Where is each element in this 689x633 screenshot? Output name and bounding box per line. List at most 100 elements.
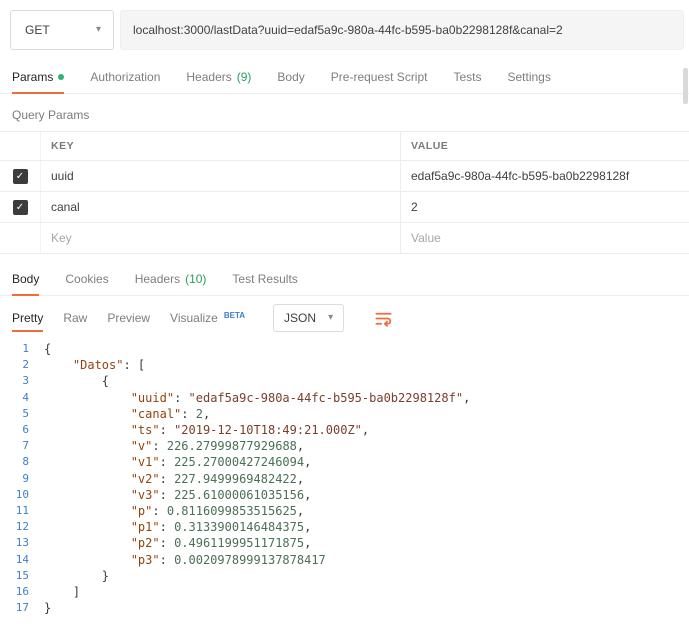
- code-text: "Datos": [: [44, 357, 145, 373]
- tab-label: Test Results: [232, 272, 297, 286]
- code-line: 7 "v": 226.27999877929688,: [0, 438, 689, 454]
- code-line: 16 ]: [0, 584, 689, 600]
- response-toolbar: Pretty Raw Preview Visualize BETA JSON ▾: [0, 296, 689, 338]
- tab-label: Headers: [186, 70, 231, 84]
- view-tab-preview[interactable]: Preview: [107, 305, 150, 332]
- tab-label: Settings: [508, 70, 551, 84]
- tab-label: Cookies: [65, 272, 108, 286]
- scrollbar-thumb[interactable]: [683, 68, 688, 104]
- param-key-cell[interactable]: canal: [40, 192, 400, 222]
- params-indicator-dot-icon: [58, 74, 64, 80]
- method-select[interactable]: GET ▾: [10, 10, 114, 50]
- tab-label: Params: [12, 70, 53, 84]
- tab-label: Headers: [135, 272, 180, 286]
- response-tab-cookies[interactable]: Cookies: [65, 262, 108, 295]
- view-tab-visualize[interactable]: Visualize BETA: [170, 305, 245, 332]
- request-tab-pre-request-script[interactable]: Pre-request Script: [331, 60, 428, 93]
- param-row: ✓ uuidedaf5a9c-980a-44fc-b595-ba0b2298128…: [0, 161, 689, 192]
- tab-label: Tests: [453, 70, 481, 84]
- line-number: 5: [0, 406, 44, 422]
- request-tab-params[interactable]: Params: [12, 60, 64, 93]
- code-line: 9 "v2": 227.9499969482422,: [0, 471, 689, 487]
- line-number: 12: [0, 519, 44, 535]
- wrap-text-icon: [374, 309, 393, 328]
- request-tabs: Params Authorization Headers (9) Body Pre-req…: [0, 60, 689, 94]
- code-line: 6 "ts": "2019-12-10T18:49:21.000Z",: [0, 422, 689, 438]
- tab-label: Pre-request Script: [331, 70, 428, 84]
- param-check-cell: ✓: [0, 192, 40, 222]
- query-params-title: Query Params: [0, 94, 689, 131]
- param-enabled-checkbox[interactable]: ✓: [13, 200, 28, 215]
- response-tab-test-results[interactable]: Test Results: [232, 262, 297, 295]
- response-body-json: 1{2 "Datos": [3 {4 "uuid": "edaf5a9c-980…: [0, 338, 689, 616]
- line-number: 11: [0, 503, 44, 519]
- code-text: }: [44, 600, 51, 616]
- line-number: 2: [0, 357, 44, 373]
- new-param-key-input[interactable]: [51, 231, 383, 245]
- code-line: 5 "canal": 2,: [0, 406, 689, 422]
- code-line: 17}: [0, 600, 689, 616]
- code-text: "v3": 225.61000061035156,: [44, 487, 311, 503]
- line-number: 4: [0, 390, 44, 406]
- request-tab-authorization[interactable]: Authorization: [90, 60, 160, 93]
- code-text: "p3": 0.0020978999137878417: [44, 552, 326, 568]
- line-number: 7: [0, 438, 44, 454]
- code-line: 4 "uuid": "edaf5a9c-980a-44fc-b595-ba0b2…: [0, 390, 689, 406]
- param-enabled-checkbox[interactable]: ✓: [13, 169, 28, 184]
- code-text: "p": 0.8116099853515625,: [44, 503, 304, 519]
- param-value-cell[interactable]: edaf5a9c-980a-44fc-b595-ba0b2298128f: [400, 161, 689, 191]
- tab-label: Raw: [63, 311, 87, 325]
- tab-label: Body: [277, 70, 304, 84]
- line-number: 13: [0, 535, 44, 551]
- view-tab-raw[interactable]: Raw: [63, 305, 87, 332]
- line-number: 6: [0, 422, 44, 438]
- request-tab-tests[interactable]: Tests: [453, 60, 481, 93]
- line-number: 17: [0, 600, 44, 616]
- param-key-cell[interactable]: uuid: [40, 161, 400, 191]
- code-text: "v1": 225.27000427246094,: [44, 454, 311, 470]
- code-line: 15 }: [0, 568, 689, 584]
- code-line: 10 "v3": 225.61000061035156,: [0, 487, 689, 503]
- param-row: ✓ canal2: [0, 192, 689, 223]
- code-text: "v2": 227.9499969482422,: [44, 471, 304, 487]
- line-number: 9: [0, 471, 44, 487]
- param-value-cell[interactable]: 2: [400, 192, 689, 222]
- params-table-header: KEY VALUE: [0, 132, 689, 161]
- code-line: 13 "p2": 0.4961199951171875,: [0, 535, 689, 551]
- code-line: 11 "p": 0.8116099853515625,: [0, 503, 689, 519]
- line-number: 10: [0, 487, 44, 503]
- tab-count: (9): [237, 70, 252, 84]
- method-label: GET: [25, 23, 50, 37]
- query-params-table: KEY VALUE ✓ uuidedaf5a9c-980a-44fc-b595-b…: [0, 131, 689, 254]
- tab-label: Authorization: [90, 70, 160, 84]
- request-tab-settings[interactable]: Settings: [508, 60, 551, 93]
- code-text: ]: [44, 584, 80, 600]
- response-tab-body[interactable]: Body: [12, 262, 39, 295]
- response-tabs: Body Cookies Headers (10) Test Results: [0, 262, 689, 296]
- view-tab-pretty[interactable]: Pretty: [12, 305, 43, 332]
- code-line: 8 "v1": 225.27000427246094,: [0, 454, 689, 470]
- line-number: 15: [0, 568, 44, 584]
- wrap-text-button[interactable]: [374, 309, 393, 328]
- code-text: {: [44, 341, 51, 357]
- url-input[interactable]: [120, 10, 684, 50]
- key-column-header: KEY: [40, 132, 400, 160]
- request-tab-body[interactable]: Body: [277, 60, 304, 93]
- format-select[interactable]: JSON ▾: [273, 304, 344, 332]
- line-number: 16: [0, 584, 44, 600]
- tab-label: Visualize: [170, 311, 218, 325]
- code-text: "ts": "2019-12-10T18:49:21.000Z",: [44, 422, 369, 438]
- beta-badge: BETA: [224, 311, 245, 320]
- code-text: "uuid": "edaf5a9c-980a-44fc-b595-ba0b229…: [44, 390, 470, 406]
- response-view-tabs: Pretty Raw Preview Visualize BETA: [12, 305, 245, 332]
- request-tab-headers[interactable]: Headers (9): [186, 60, 251, 93]
- code-line: 3 {: [0, 373, 689, 389]
- header-checkbox-column: [0, 132, 40, 160]
- code-text: "v": 226.27999877929688,: [44, 438, 304, 454]
- code-line: 12 "p1": 0.3133900146484375,: [0, 519, 689, 535]
- postman-request-window: GET ▾ ParamsAuthorizationHeaders(9)BodyP…: [0, 0, 689, 616]
- new-param-value-input[interactable]: [411, 231, 675, 245]
- response-tab-headers[interactable]: Headers (10): [135, 262, 207, 295]
- tab-count: (10): [185, 272, 206, 286]
- tab-label: Body: [12, 272, 39, 286]
